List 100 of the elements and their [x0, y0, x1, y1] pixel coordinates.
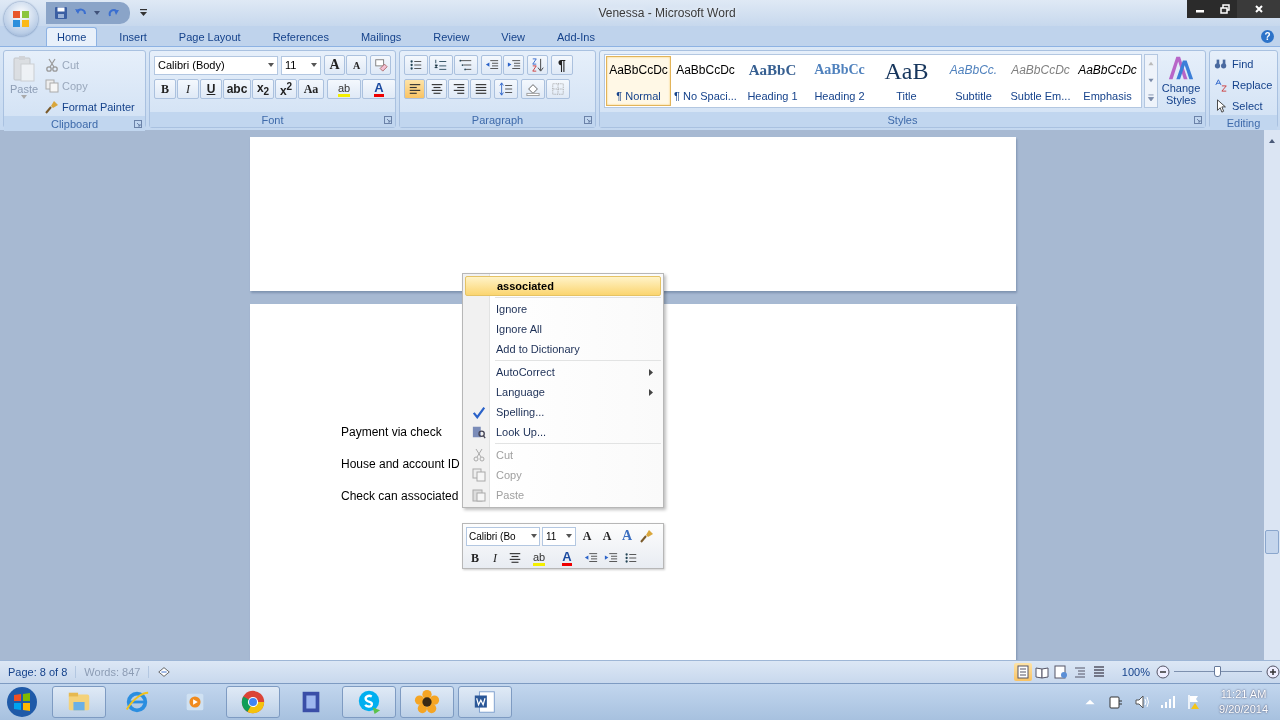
zoom-level[interactable]: 100%	[1121, 666, 1150, 678]
outline-icon	[1072, 665, 1087, 679]
ribbon-tab[interactable]: Page Layout	[168, 27, 251, 46]
align-right-button[interactable]	[448, 79, 469, 99]
brush-icon	[640, 529, 654, 543]
web-page-icon	[1053, 665, 1068, 679]
ribbon-tab[interactable]: Add-Ins	[547, 27, 605, 46]
replace-button[interactable]: Replace	[1214, 75, 1274, 94]
scrollbar[interactable]	[1264, 130, 1280, 660]
line-spacing-button[interactable]	[494, 79, 518, 99]
bullets-button[interactable]	[404, 55, 428, 75]
power-icon[interactable]	[1108, 694, 1125, 710]
web-layout-button[interactable]	[1051, 663, 1070, 681]
grow-font-button[interactable]: A	[578, 526, 596, 546]
alignment-icon	[451, 82, 466, 96]
center-button[interactable]	[426, 79, 447, 99]
close-button[interactable]	[1237, 0, 1280, 18]
slider-thumb[interactable]	[1214, 666, 1221, 677]
menu-item[interactable]: Spelling...	[465, 402, 661, 422]
copy-icon	[45, 78, 59, 93]
style-option[interactable]: AaB Title	[874, 56, 939, 106]
taskbar-button[interactable]	[458, 686, 512, 718]
styles-button[interactable]: A	[618, 526, 636, 546]
decrease-indent-button[interactable]	[481, 55, 502, 75]
zoom-in-icon[interactable]	[1266, 665, 1280, 679]
font-name-field[interactable]: Calibri (Bo	[466, 526, 540, 546]
start-button[interactable]	[6, 686, 38, 718]
book-icon	[471, 425, 486, 439]
style-option[interactable]: AaBbCcDc Subtle Em...	[1008, 56, 1073, 106]
ribbon-tab[interactable]: Review	[423, 27, 480, 46]
format-painter-button[interactable]: Format Painter	[45, 97, 135, 116]
align-left-button[interactable]	[404, 79, 425, 99]
ribbon-tab[interactable]: Mailings	[350, 27, 412, 46]
ribbon-tab[interactable]: Insert	[109, 27, 157, 46]
underline-button[interactable]: U	[200, 79, 222, 99]
numbering-button[interactable]	[429, 55, 453, 75]
bold-button[interactable]: B	[466, 548, 484, 568]
change-styles-button[interactable]: Change Styles	[1160, 54, 1202, 112]
taskbar-button[interactable]	[400, 686, 454, 718]
style-option[interactable]: AaBbCc. Subtitle	[941, 56, 1006, 106]
menu-item[interactable]: AutoCorrect	[465, 362, 661, 382]
font-size-field[interactable]: 11	[281, 55, 321, 75]
ribbon-tab[interactable]: View	[491, 27, 535, 46]
show-marks-button[interactable]: ¶	[551, 55, 573, 75]
multilevel-list-icon	[459, 58, 473, 72]
dialog-launcher-icon[interactable]	[134, 119, 142, 128]
highlight-button[interactable]: ab	[327, 79, 361, 99]
font-size-field[interactable]: 11	[542, 526, 576, 546]
save-icon[interactable]	[54, 6, 68, 20]
volume-icon[interactable]	[1134, 694, 1151, 710]
font-color-button[interactable]: A	[362, 79, 396, 99]
clear-formatting-button[interactable]	[370, 55, 391, 75]
font-color-button[interactable]: A	[554, 548, 580, 568]
lines-icon	[1091, 665, 1106, 679]
change-case-button[interactable]: Aa	[298, 79, 324, 99]
highlight-button[interactable]: ab	[526, 548, 552, 568]
ribbon-tab[interactable]: Home	[46, 27, 98, 46]
bullet-list-icon	[409, 58, 423, 72]
grow-font-button[interactable]: A	[324, 55, 345, 75]
ribbon-tab[interactable]: References	[262, 27, 339, 46]
browser-icon	[124, 689, 150, 715]
pointer-icon	[1214, 98, 1228, 113]
menu-item[interactable]: Language	[465, 382, 661, 402]
dialog-launcher-icon[interactable]	[584, 115, 592, 124]
scrollbar-thumb[interactable]	[1265, 530, 1279, 554]
dialog-launcher-icon[interactable]	[384, 115, 392, 124]
shrink-font-button[interactable]: A	[346, 55, 367, 75]
menu-item[interactable]: Look Up...	[465, 422, 661, 442]
superscript-button[interactable]: x$^{2}$	[275, 79, 297, 99]
font-name-field[interactable]: Calibri (Body)	[154, 55, 278, 75]
style-option[interactable]: AaBbCcDc Emphasis	[1075, 56, 1140, 106]
caret-icon[interactable]	[94, 11, 100, 15]
style-option[interactable]: AaBbCc Heading 2	[807, 56, 872, 106]
style-option[interactable]: AaBbCcDc ¶ Normal	[606, 56, 671, 106]
zoom-out-icon[interactable]	[1156, 665, 1170, 679]
select-button[interactable]: Select	[1214, 96, 1274, 115]
page-count[interactable]: Page: 8 of 8	[0, 666, 77, 678]
strikethrough-button[interactable]: abc	[223, 79, 251, 99]
help-button[interactable]: ?	[1261, 30, 1274, 43]
customize-toolbar-icon[interactable]	[140, 9, 147, 17]
document-text: House and account ID	[341, 457, 460, 472]
menu-item[interactable]: associated	[465, 276, 661, 296]
shrink-font-button[interactable]: A	[598, 526, 616, 546]
italic-button[interactable]: I	[486, 548, 504, 568]
multilevel-list-button[interactable]	[454, 55, 478, 75]
increase-indent-button[interactable]	[503, 55, 524, 75]
style-option[interactable]: AaBbCcDc ¶ No Spaci...	[673, 56, 738, 106]
menu-item[interactable]: Add to Dictionary	[465, 339, 661, 359]
menu-item[interactable]: Ignore All	[465, 319, 661, 339]
style-option[interactable]: AaBbC Heading 1	[740, 56, 805, 106]
italic-button[interactable]: I	[177, 79, 199, 99]
dialog-launcher-icon[interactable]	[1194, 115, 1202, 124]
bold-button[interactable]: B	[154, 79, 176, 99]
find-button[interactable]: Find	[1214, 54, 1274, 73]
proofing-icon[interactable]	[157, 665, 172, 679]
justify-button[interactable]	[470, 79, 491, 99]
sort-button[interactable]	[527, 55, 548, 75]
print-layout-button[interactable]	[1013, 663, 1032, 681]
subscript-button[interactable]: x$_{2}$	[252, 79, 274, 99]
menu-item[interactable]: Ignore	[465, 299, 661, 319]
